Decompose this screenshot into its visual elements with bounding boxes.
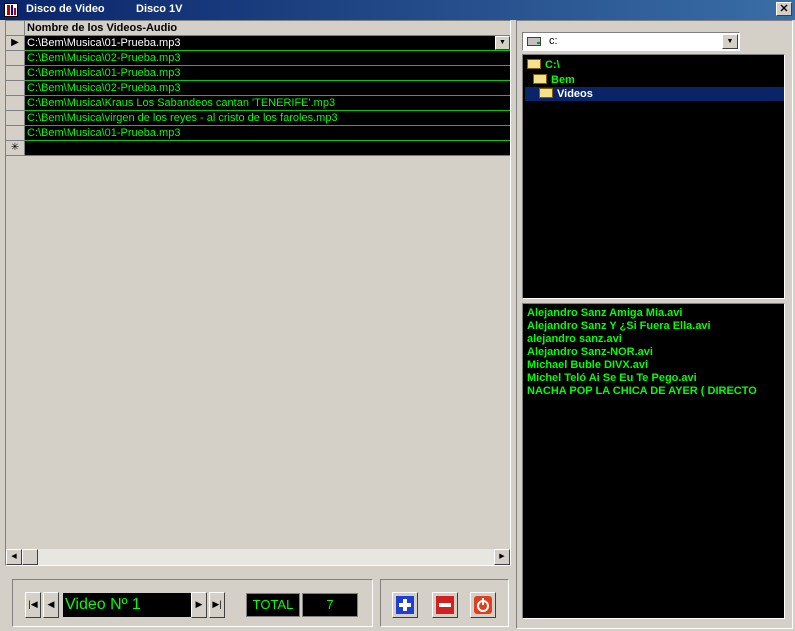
row-indicator [6,96,25,111]
title-bar: Disco de Video Disco 1V ✕ [0,0,795,20]
media-grid[interactable]: Nombre de los Videos-Audio ▶ C:\Bem\Musi… [5,20,511,566]
current-video-display: Video Nº 1 [63,593,191,617]
horizontal-scrollbar[interactable]: ◀ ▶ [6,549,510,565]
table-row[interactable]: ▶ C:\Bem\Musica\01-Prueba.mp3 ▼ [6,36,510,51]
row-indicator [6,111,25,126]
first-record-button[interactable]: |◀ [25,592,41,618]
row-indicator [6,126,25,141]
app-icon [4,3,18,17]
chevron-down-icon[interactable]: ▼ [495,36,510,50]
list-item[interactable]: Alejandro Sanz Y ¿Si Fuera Ella.avi [527,320,711,333]
power-icon [474,596,492,614]
prev-record-button[interactable]: ◀ [43,592,59,618]
total-value: 7 [302,593,358,617]
scroll-thumb[interactable] [22,549,38,565]
list-item[interactable]: Alejandro Sanz-NOR.avi [527,346,653,359]
next-record-button[interactable]: ▶ [191,592,207,618]
window-title: Disco de Video [26,3,105,15]
table-cell[interactable]: C:\Bem\Musica\01-Prueba.mp3 [25,126,510,141]
open-folder-icon [527,59,541,70]
row-indicator [6,81,25,96]
list-item[interactable]: Alejandro Sanz Amiga Mia.avi [527,307,682,320]
column-header-name[interactable]: Nombre de los Videos-Audio [27,22,177,34]
table-cell[interactable]: C:\Bem\Musica\Kraus Los Sabandeos cantan… [25,96,510,111]
navigator-panel: |◀ ◀ Video Nº 1 ▶ ▶| TOTAL 7 [12,579,373,627]
header-corner [6,21,25,36]
table-cell[interactable]: C:\Bem\Musica\02-Prueba.mp3 [25,51,510,66]
table-row[interactable]: C:\Bem\Musica\01-Prueba.mp3 [6,126,510,141]
exit-button[interactable] [470,592,496,618]
remove-button[interactable] [432,592,458,618]
row-indicator [6,51,25,66]
grid-header: Nombre de los Videos-Audio [6,21,510,36]
total-label: TOTAL [246,593,300,617]
drive-value: c: [549,35,558,47]
tree-item-root[interactable]: C:\ [527,58,560,72]
plus-icon [396,596,414,614]
list-item[interactable]: Michael Buble DIVX.avi [527,359,648,372]
new-row-cell[interactable] [25,141,510,156]
list-item[interactable]: Michel Teló Ai Se Eu Te Pego.avi [527,372,697,385]
new-row-indicator: ✳ [6,141,25,156]
table-cell[interactable]: C:\Bem\Musica\virgen de los reyes - al c… [25,111,510,126]
add-button[interactable] [392,592,418,618]
file-browser-panel: c: ▼ C:\ Bem Videos Alejandro Sanz Amiga… [516,20,793,629]
table-cell[interactable]: C:\Bem\Musica\02-Prueba.mp3 [25,81,510,96]
action-panel [380,579,509,627]
table-row[interactable]: C:\Bem\Musica\02-Prueba.mp3 [6,51,510,66]
table-row[interactable]: C:\Bem\Musica\01-Prueba.mp3 [6,66,510,81]
current-row-indicator: ▶ [6,36,25,51]
cell-text: C:\Bem\Musica\01-Prueba.mp3 [27,37,181,49]
window-subtitle: Disco 1V [136,3,183,15]
row-indicator [6,66,25,81]
table-cell[interactable]: C:\Bem\Musica\01-Prueba.mp3 ▼ [25,36,510,51]
tree-item-bem[interactable]: Bem [533,73,575,87]
scroll-right-icon[interactable]: ▶ [494,549,510,565]
table-cell[interactable]: C:\Bem\Musica\01-Prueba.mp3 [25,66,510,81]
drive-select[interactable]: c: ▼ [522,32,740,51]
scroll-left-icon[interactable]: ◀ [6,549,22,565]
list-item[interactable]: alejandro sanz.avi [527,333,622,346]
open-folder-icon [533,74,547,85]
table-row[interactable]: C:\Bem\Musica\02-Prueba.mp3 [6,81,510,96]
file-list[interactable]: Alejandro Sanz Amiga Mia.avi Alejandro S… [522,303,785,619]
last-record-button[interactable]: ▶| [209,592,225,618]
close-button[interactable]: ✕ [776,2,792,16]
tree-item-videos[interactable]: Videos [525,87,784,101]
table-row[interactable]: C:\Bem\Musica\virgen de los reyes - al c… [6,111,510,126]
minus-icon [436,596,454,614]
table-row[interactable]: C:\Bem\Musica\Kraus Los Sabandeos cantan… [6,96,510,111]
new-row[interactable]: ✳ [6,141,510,156]
chevron-down-icon[interactable]: ▼ [722,34,738,49]
list-item[interactable]: NACHA POP LA CHICA DE AYER ( DIRECTO [527,385,757,398]
drive-icon [527,37,541,46]
directory-tree[interactable]: C:\ Bem Videos [522,54,785,299]
open-folder-icon [539,88,553,99]
